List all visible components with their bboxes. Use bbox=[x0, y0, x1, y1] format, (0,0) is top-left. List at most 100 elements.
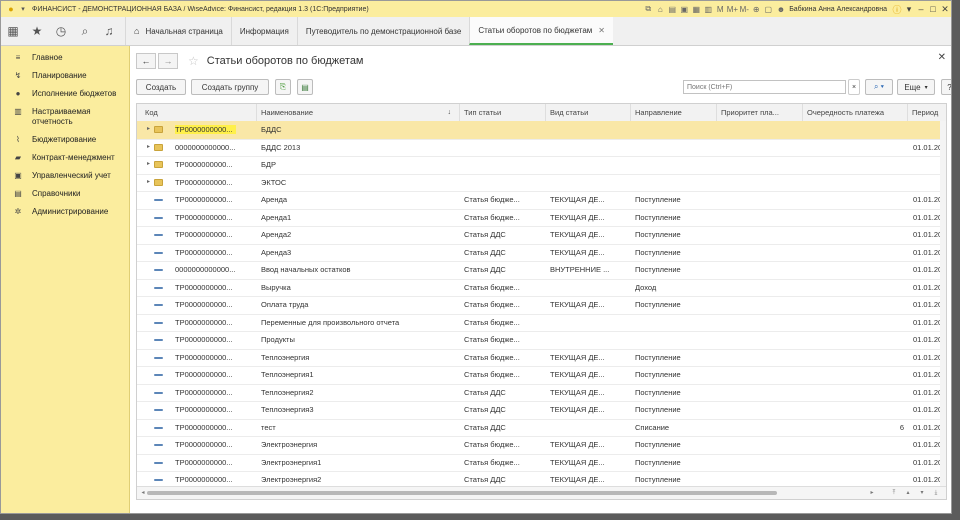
scroll-down-icon[interactable]: ▾ bbox=[917, 489, 927, 497]
more-button[interactable]: Еще ▾ bbox=[897, 79, 935, 95]
table-row[interactable]: ТР0000000000... Теплоэнергия3 Статья ДДС ТЕ… bbox=[137, 401, 946, 420]
expand-icon[interactable]: ▸ bbox=[147, 121, 150, 138]
table-row[interactable]: ТР0000000000... Теплоэнергия1 Статья бюдже… bbox=[137, 366, 946, 385]
sidebar-item-budget-execution[interactable]: ● Исполнение бюджетов bbox=[1, 85, 129, 103]
sidebar-item-management-accounting[interactable]: ▣ Управленческий учет bbox=[1, 167, 129, 185]
cell-text: Электроэнергия2 bbox=[261, 475, 322, 484]
create-group-button[interactable]: Создать группу bbox=[191, 79, 269, 95]
column-header-name[interactable]: Наименование ↓ bbox=[257, 104, 460, 121]
scroll-top-icon[interactable]: ⤒ bbox=[889, 489, 899, 497]
cell-code: ТР0000000000... bbox=[175, 174, 255, 191]
table-row[interactable]: ▸ 0000000000000... БДДС 2013 01.01.20 bbox=[137, 139, 946, 157]
item-icon bbox=[154, 356, 163, 359]
sidebar-item-budgeting[interactable]: ⌇ Бюджетирование bbox=[1, 131, 129, 149]
scroll-thumb[interactable] bbox=[147, 491, 777, 495]
tab-information[interactable]: Информация bbox=[230, 17, 297, 45]
info-icon[interactable]: ⓘ bbox=[891, 3, 903, 16]
app-window: ● ▾ ФИНАНСИСТ - ДЕМОНСТРАЦИОННАЯ БАЗА / … bbox=[0, 0, 952, 514]
horizontal-scrollbar[interactable]: ◂ ▸ ⤒ ▴ ▾ ⤓ bbox=[137, 486, 946, 499]
table-row[interactable]: ТР0000000000... Переменные для произвольн… bbox=[137, 314, 946, 332]
cell-prio bbox=[721, 261, 801, 278]
print-icon[interactable]: ▤ bbox=[667, 5, 678, 14]
tab-budget-items[interactable]: Статьи оборотов по бюджетам ✕ bbox=[469, 17, 613, 45]
history-icon[interactable]: ◷ bbox=[49, 17, 73, 45]
edit-list-icon[interactable]: ▤ bbox=[297, 79, 313, 95]
memory-minus-button[interactable]: M- bbox=[739, 5, 750, 14]
scroll-bottom-icon[interactable]: ⤓ bbox=[931, 489, 941, 497]
forward-button[interactable]: → bbox=[158, 53, 178, 69]
bell-icon[interactable]: ♫ bbox=[97, 17, 121, 45]
cell-text: ТР0000000000... bbox=[175, 475, 233, 484]
scroll-up-icon[interactable]: ▴ bbox=[903, 489, 913, 497]
main-menu-icon[interactable]: ▾ bbox=[18, 3, 28, 15]
calendar-icon[interactable]: ▦ bbox=[691, 5, 702, 14]
memory-plus-button[interactable]: M+ bbox=[727, 5, 738, 14]
create-button[interactable]: Создать bbox=[136, 79, 186, 95]
window-menu-icon[interactable]: ▾ bbox=[903, 4, 915, 15]
table-row[interactable]: ▸ ТР0000000000... БДР bbox=[137, 156, 946, 175]
sidebar-item-references[interactable]: ▤ Справочники bbox=[1, 185, 129, 203]
table-row[interactable]: 0000000000000... Ввод начальных остатков С… bbox=[137, 261, 946, 280]
help-button[interactable]: ? bbox=[941, 79, 951, 95]
table-row[interactable]: ТР0000000000... Теплоэнергия Статья бюдже.… bbox=[137, 349, 946, 367]
column-header-payment-order[interactable]: Очередность платежа bbox=[803, 104, 908, 121]
favorites-star-icon[interactable]: ★ bbox=[25, 17, 49, 45]
table-row[interactable]: ТР0000000000... Аренда1 Статья бюдже... ТЕК… bbox=[137, 209, 946, 227]
column-header-priority[interactable]: Приоритет пла... bbox=[717, 104, 803, 121]
memory-m-button[interactable]: M bbox=[715, 5, 726, 14]
column-header-type[interactable]: Тип статьи bbox=[460, 104, 546, 121]
fullscreen-icon[interactable]: ▢ bbox=[763, 5, 774, 14]
close-form-icon[interactable]: ✕ bbox=[938, 52, 946, 63]
table-row[interactable]: ТР0000000000... Электроэнергия1 Статья бюд… bbox=[137, 454, 946, 472]
sidebar-item-contract-management[interactable]: ▰ Контракт-менеджмент bbox=[1, 149, 129, 167]
copy-icon[interactable]: ⎘ bbox=[275, 79, 291, 95]
table-row[interactable]: ТР0000000000... Аренда2 Статья ДДС ТЕКУЩАЯ … bbox=[137, 226, 946, 245]
table-row[interactable]: ТР0000000000... Аренда Статья бюдже... ТЕКУ… bbox=[137, 191, 946, 210]
table-row[interactable]: ▸ ТР0000000000... ЭКТОС bbox=[137, 174, 946, 192]
sidebar-item-custom-reports[interactable]: ▥ Настраиваемая отчетность bbox=[1, 103, 129, 131]
search-icon[interactable]: ⌕ bbox=[73, 17, 97, 45]
cell-vid bbox=[550, 174, 629, 191]
calculator-icon[interactable]: ▥ bbox=[703, 5, 714, 14]
tab-guide[interactable]: Путеводитель по демонстрационной базе bbox=[296, 17, 470, 45]
table-row[interactable]: ▸ ТР0000000000... БДДС bbox=[137, 121, 946, 140]
back-button[interactable]: ← bbox=[136, 53, 156, 69]
vertical-scrollbar[interactable] bbox=[940, 121, 946, 487]
table-row[interactable]: ТР0000000000... Выручка Статья бюдже... Дох… bbox=[137, 279, 946, 297]
save-icon[interactable]: ▣ bbox=[679, 5, 690, 14]
close-window-button[interactable]: ✕ bbox=[939, 4, 951, 15]
home-icon[interactable]: ⌂ bbox=[655, 5, 666, 14]
minimize-button[interactable]: – bbox=[915, 4, 927, 14]
expand-icon[interactable]: ▸ bbox=[147, 156, 150, 173]
item-icon bbox=[154, 461, 163, 464]
table-row[interactable]: ТР0000000000... Оплата труда Статья бюдже.… bbox=[137, 296, 946, 315]
sections-grid-icon[interactable]: ▦ bbox=[1, 17, 25, 45]
favorite-star-icon[interactable]: ☆ bbox=[188, 54, 199, 68]
column-header-direction[interactable]: Направление bbox=[631, 104, 717, 121]
table-row[interactable]: ТР0000000000... Аренда3 Статья ДДС ТЕКУЩАЯ … bbox=[137, 244, 946, 262]
table-row[interactable]: ТР0000000000... Электроэнергия Статья бюдж… bbox=[137, 436, 946, 455]
expand-icon[interactable]: ▸ bbox=[147, 174, 150, 191]
search-button[interactable]: ⌕ ▾ bbox=[865, 79, 893, 95]
column-header-code[interactable]: Код bbox=[137, 104, 257, 121]
maximize-button[interactable]: □ bbox=[927, 4, 939, 14]
column-header-period[interactable]: Период bbox=[908, 104, 946, 121]
clear-search-button[interactable]: × bbox=[848, 79, 860, 95]
table-row[interactable]: ТР0000000000... Продукты Статья бюдже... 01… bbox=[137, 331, 946, 350]
cell-code: ТР0000000000... bbox=[175, 419, 255, 436]
scroll-right-icon[interactable]: ▸ bbox=[867, 489, 877, 497]
zoom-icon[interactable]: ⊕ bbox=[751, 5, 762, 14]
user-name[interactable]: Бабкина Анна Александровна bbox=[789, 6, 887, 13]
column-header-kind[interactable]: Вид статьи bbox=[546, 104, 631, 121]
sidebar-item-main[interactable]: ≡ Главное bbox=[1, 49, 129, 67]
search-input[interactable] bbox=[683, 80, 846, 94]
tab-home[interactable]: ⌂ Начальная страница bbox=[125, 17, 231, 45]
sidebar-item-label: Бюджетирование bbox=[32, 135, 97, 144]
expand-icon[interactable]: ▸ bbox=[147, 139, 150, 156]
sidebar-item-administration[interactable]: ✲ Администрирование bbox=[1, 203, 129, 221]
table-row[interactable]: ТР0000000000... тест Статья ДДС Списание 6 01… bbox=[137, 419, 946, 437]
close-tab-icon[interactable]: ✕ bbox=[598, 26, 605, 35]
sidebar-item-planning[interactable]: ↯ Планирование bbox=[1, 67, 129, 85]
table-row[interactable]: ТР0000000000... Теплоэнергия2 Статья ДДС ТЕ… bbox=[137, 384, 946, 402]
link-icon[interactable]: ⧉ bbox=[643, 4, 654, 14]
